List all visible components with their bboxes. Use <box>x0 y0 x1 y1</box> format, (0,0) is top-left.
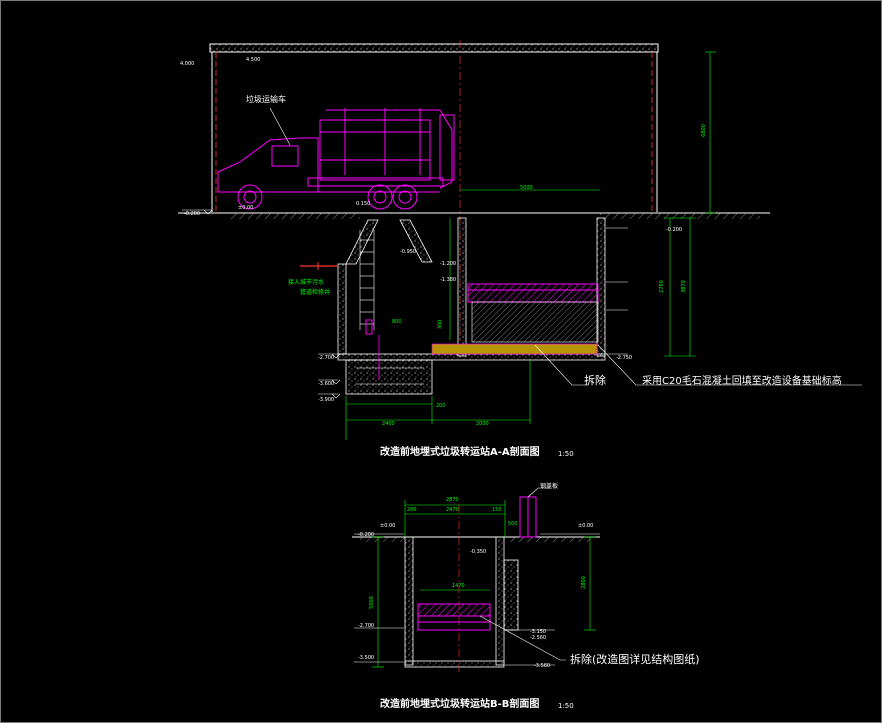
truck-label: 垃圾运输车 <box>246 95 286 104</box>
elev-aa-5: -1.380 <box>440 277 457 283</box>
viewport-frame <box>0 0 882 723</box>
elev-bb-7: -3.560 <box>534 663 551 669</box>
elev-aa-1: 4.500 <box>246 57 261 63</box>
dim-bb-3: 150 <box>492 507 502 513</box>
dim-bb-4: 1470 <box>452 583 465 589</box>
elev-aa-8: -2.700 <box>318 355 335 361</box>
elev-aa-10: -3.600 <box>318 381 335 387</box>
scale-bb: 1:50 <box>558 702 574 710</box>
elev-aa-9: -3.900 <box>318 397 335 403</box>
elev-aa-11: -0.200 <box>666 227 683 233</box>
dim-aa-1: 6800 <box>700 124 707 137</box>
dim-bb-7: 2800 <box>580 576 587 589</box>
elev-bb-6: -3.500 <box>358 655 375 661</box>
title-bb: 改造前地埋式垃圾转运站B-B剖面图 <box>380 699 540 710</box>
remove-note-bb: 拆除(改造图详见结构图纸) <box>570 653 700 666</box>
cover-label: 钢盖板 <box>540 483 559 490</box>
dim-aa-3: 2000 <box>476 421 489 427</box>
elev-bb-4: -2.560 <box>530 635 547 641</box>
elev-aa-3: -0.200 <box>184 211 201 217</box>
dim-aa-2: 2400 <box>382 421 395 427</box>
dim-aa-7: 300 <box>437 319 444 330</box>
elev-aa-4: -1.200 <box>440 261 457 267</box>
dim-bb-5: 500 <box>508 521 518 527</box>
elev-bb-5: -3.150 <box>530 629 547 635</box>
pipe-label-2: 管道检修井 <box>300 289 331 296</box>
elev-aa-0: 4.000 <box>180 61 195 67</box>
dim-aa-4: 3870 <box>680 280 687 293</box>
title-aa: 改造前地埋式垃圾转运站A-A剖面图 <box>380 447 540 458</box>
elev-aa-12: 0.150 <box>356 201 371 207</box>
dim-bb-6: 5000 <box>368 596 375 609</box>
dim-aa-8: 800 <box>392 319 402 325</box>
scale-aa: 1:50 <box>558 450 574 458</box>
dim-aa-5: 2750 <box>658 280 665 293</box>
dim-bb-2: 200 <box>407 507 417 513</box>
elev-bb-3: -2.700 <box>358 623 375 629</box>
elev-aa-2: ±0.00 <box>238 205 254 211</box>
elev-bb-2: -0.350 <box>470 549 487 555</box>
elev-bb-1: -0.200 <box>358 532 375 538</box>
dim-bb-0: 2870 <box>446 497 459 503</box>
dim-aa-0: 5000 <box>520 185 533 191</box>
elev-bb-0: ±0.00 <box>380 523 396 529</box>
fill-note-aa: 采用C20毛石混凝土回填至改造设备基础标高 <box>642 376 842 387</box>
elev-aa-7: -2.750 <box>616 355 633 361</box>
dim-aa-6: 200 <box>436 403 446 409</box>
pipe-label-1: 接入城市污水 <box>288 279 325 286</box>
remove-note-aa: 拆除 <box>584 374 606 387</box>
dim-bb-1: 2470 <box>446 507 459 513</box>
elev-bb-8: ±0.00 <box>578 523 594 529</box>
elev-aa-6: -0.950 <box>400 249 417 255</box>
